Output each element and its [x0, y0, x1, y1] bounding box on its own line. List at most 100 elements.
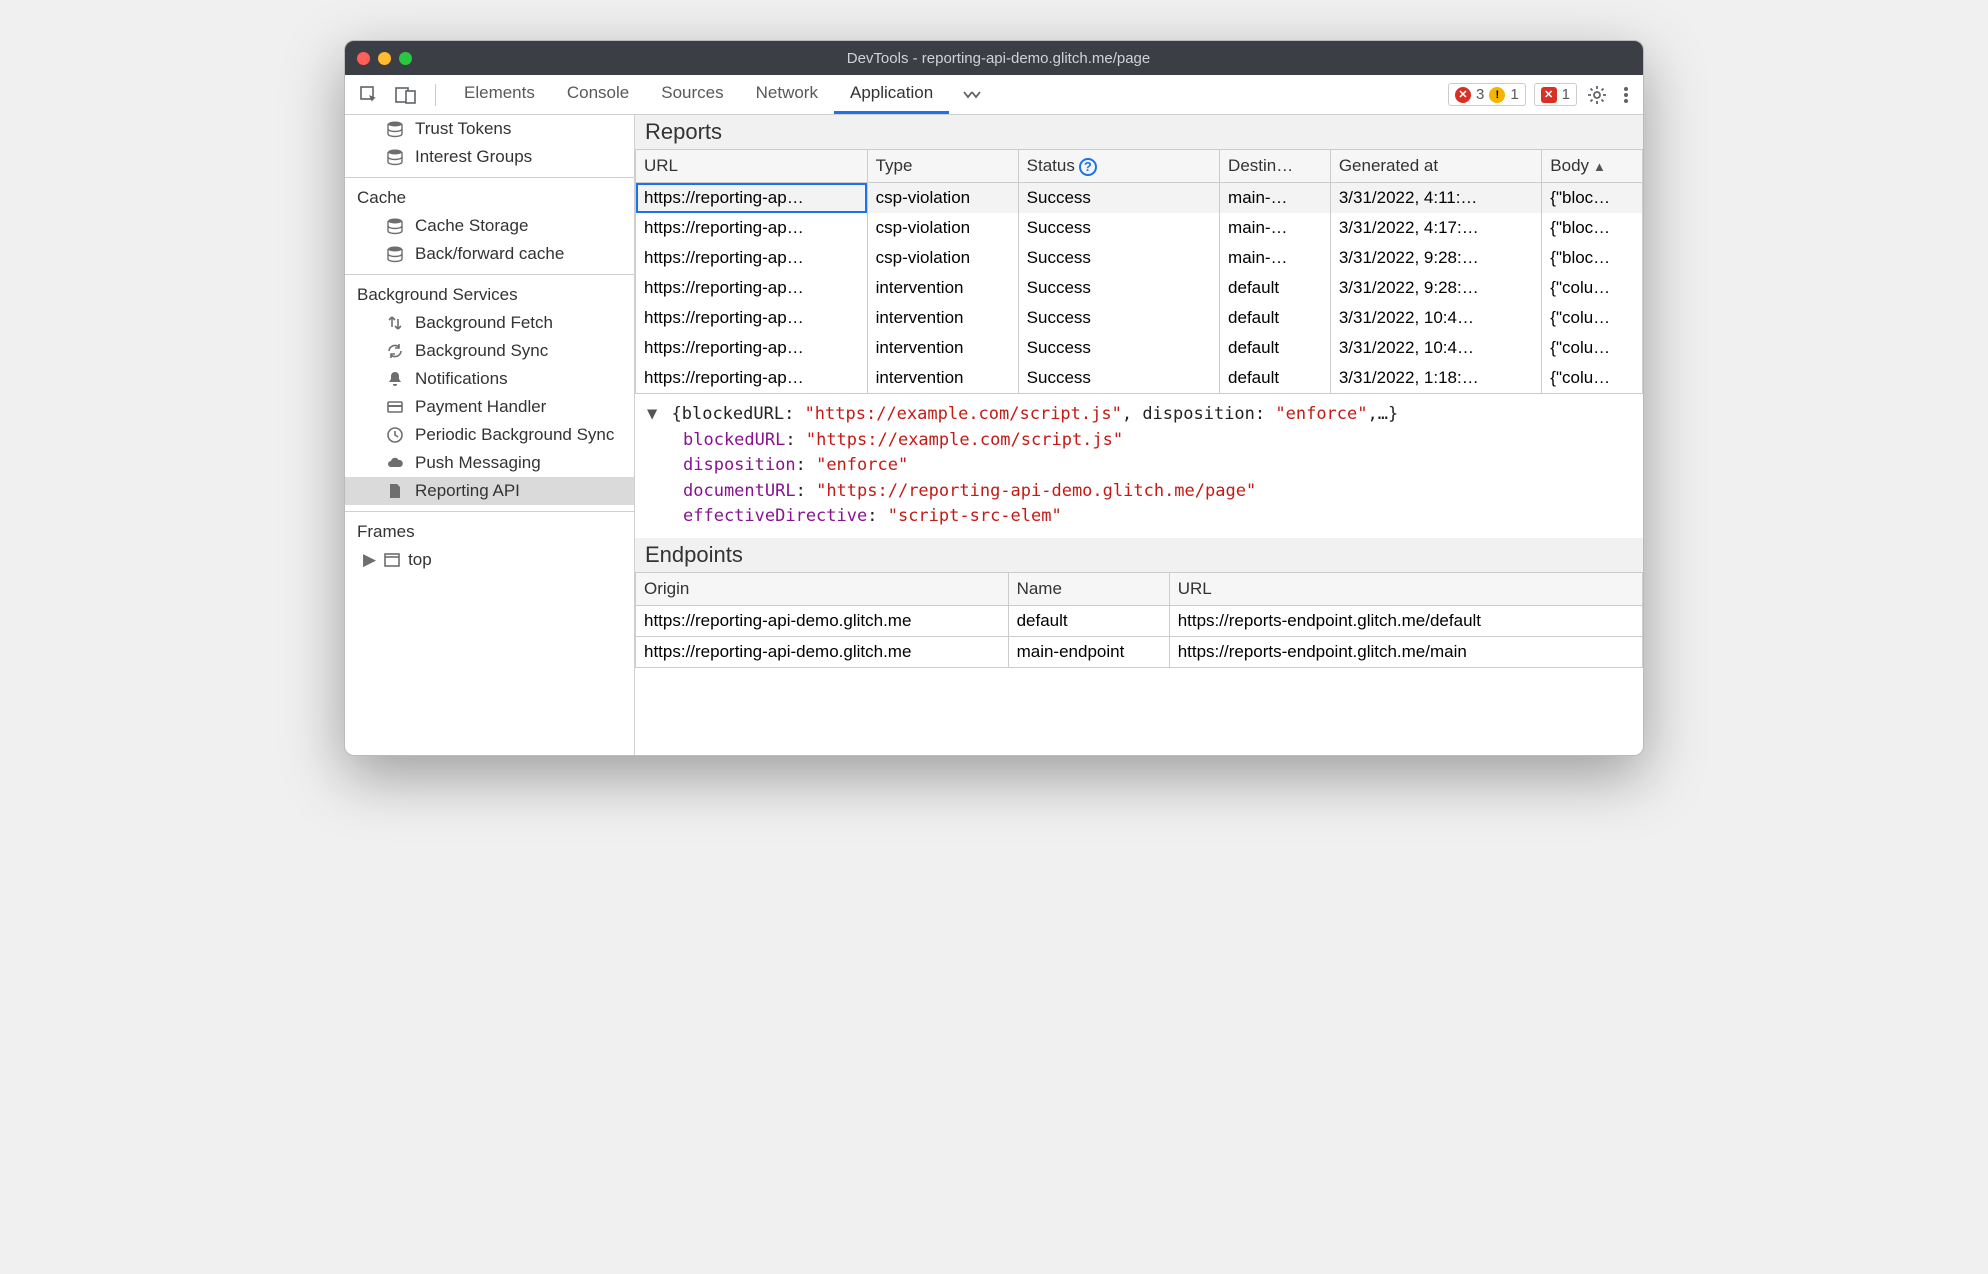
sidebar-item-label: Back/forward cache — [415, 244, 564, 264]
cell-origin: https://reporting-api-demo.glitch.me — [636, 605, 1009, 636]
more-options-icon[interactable] — [1617, 85, 1635, 105]
col-destination[interactable]: Destin… — [1220, 150, 1331, 183]
cell-url: https://reporting-ap… — [636, 303, 868, 333]
cell-gen: 3/31/2022, 4:11:… — [1330, 183, 1541, 214]
cell-type: csp-violation — [867, 243, 1018, 273]
cell-origin: https://reporting-api-demo.glitch.me — [636, 636, 1009, 667]
sidebar-item-bg-fetch[interactable]: Background Fetch — [345, 309, 634, 337]
table-row[interactable]: https://reporting-ap…interventionSuccess… — [636, 303, 1643, 333]
sidebar-heading-frames[interactable]: Frames — [345, 511, 634, 546]
sidebar-item-bf-cache[interactable]: Back/forward cache — [345, 240, 634, 268]
table-row[interactable]: https://reporting-api-demo.glitch.memain… — [636, 636, 1643, 667]
reports-heading: Reports — [635, 115, 1643, 150]
cell-status: Success — [1018, 213, 1219, 243]
cell-gen: 3/31/2022, 10:4… — [1330, 303, 1541, 333]
help-icon[interactable]: ? — [1079, 158, 1097, 176]
issue-count: 1 — [1562, 86, 1570, 103]
cell-url: https://reporting-ap… — [636, 243, 868, 273]
cell-gen: 3/31/2022, 9:28:… — [1330, 273, 1541, 303]
sidebar-item-bg-sync[interactable]: Background Sync — [345, 337, 634, 365]
sidebar-item-push-messaging[interactable]: Push Messaging — [345, 449, 634, 477]
sidebar-item-label: Reporting API — [415, 481, 520, 501]
transfer-icon — [385, 313, 405, 333]
devtools-toolbar: Elements Console Sources Network Applica… — [345, 75, 1643, 115]
cell-url: https://reporting-ap… — [636, 333, 868, 363]
col-generated[interactable]: Generated at — [1330, 150, 1541, 183]
bell-icon — [385, 369, 405, 389]
sidebar-frame-top[interactable]: ▶ top — [345, 546, 634, 574]
col-endpoint-url[interactable]: URL — [1169, 573, 1642, 606]
report-detail-json[interactable]: ▼ {blockedURL: "https://example.com/scri… — [635, 393, 1643, 538]
tab-network[interactable]: Network — [740, 75, 834, 114]
file-icon — [385, 481, 405, 501]
console-errors-badge[interactable]: ✕ 3 ! 1 — [1448, 83, 1526, 106]
table-row[interactable]: https://reporting-ap…csp-violationSucces… — [636, 243, 1643, 273]
cell-type: csp-violation — [867, 183, 1018, 214]
tab-elements[interactable]: Elements — [448, 75, 551, 114]
sidebar-item-label: Trust Tokens — [415, 119, 511, 139]
tab-sources[interactable]: Sources — [645, 75, 739, 114]
more-tabs-icon[interactable] — [953, 81, 991, 109]
cell-gen: 3/31/2022, 9:28:… — [1330, 243, 1541, 273]
reports-table: URL Type Status? Destin… Generated at Bo… — [635, 150, 1643, 393]
sidebar-item-payment-handler[interactable]: Payment Handler — [345, 393, 634, 421]
table-row[interactable]: https://reporting-ap…csp-violationSucces… — [636, 183, 1643, 214]
close-window-button[interactable] — [357, 52, 370, 65]
sidebar-item-trust-tokens[interactable]: Trust Tokens — [345, 115, 634, 143]
table-row[interactable]: https://reporting-ap…interventionSuccess… — [636, 273, 1643, 303]
col-type[interactable]: Type — [867, 150, 1018, 183]
table-row[interactable]: https://reporting-ap…csp-violationSucces… — [636, 213, 1643, 243]
minimize-window-button[interactable] — [378, 52, 391, 65]
cell-dest: default — [1220, 303, 1331, 333]
cell-type: intervention — [867, 333, 1018, 363]
sidebar-item-interest-groups[interactable]: Interest Groups — [345, 143, 634, 171]
settings-icon[interactable] — [1581, 85, 1613, 105]
tab-console[interactable]: Console — [551, 75, 645, 114]
sidebar-item-label: Background Fetch — [415, 313, 553, 333]
json-property: documentURL: "https://reporting-api-demo… — [647, 479, 1631, 505]
sidebar-item-label: Interest Groups — [415, 147, 532, 167]
frame-icon — [382, 550, 402, 570]
cell-body: {"colu… — [1542, 363, 1643, 393]
panel-body: Trust Tokens Interest Groups Cache Cache… — [345, 115, 1643, 755]
database-icon — [385, 216, 405, 236]
table-row[interactable]: https://reporting-ap…interventionSuccess… — [636, 363, 1643, 393]
cell-body: {"colu… — [1542, 273, 1643, 303]
warning-count: 1 — [1510, 86, 1518, 103]
sidebar-item-label: Payment Handler — [415, 397, 546, 417]
sidebar-item-label: Periodic Background Sync — [415, 425, 614, 445]
cell-type: csp-violation — [867, 213, 1018, 243]
database-icon — [385, 147, 405, 167]
table-row[interactable]: https://reporting-ap…interventionSuccess… — [636, 333, 1643, 363]
sidebar-item-notifications[interactable]: Notifications — [345, 365, 634, 393]
col-body[interactable]: Body▲ — [1542, 150, 1643, 183]
sync-icon — [385, 341, 405, 361]
error-count: 3 — [1476, 86, 1484, 103]
json-property: effectiveDirective: "script-src-elem" — [647, 504, 1631, 530]
col-status[interactable]: Status? — [1018, 150, 1219, 183]
frame-label: top — [408, 550, 432, 570]
main-content: Reports URL Type Status? Destin… Generat… — [635, 115, 1643, 755]
sidebar-heading-cache[interactable]: Cache — [345, 177, 634, 212]
table-row[interactable]: https://reporting-api-demo.glitch.medefa… — [636, 605, 1643, 636]
application-sidebar: Trust Tokens Interest Groups Cache Cache… — [345, 115, 635, 755]
cell-dest: default — [1220, 363, 1331, 393]
sidebar-heading-bg-services[interactable]: Background Services — [345, 274, 634, 309]
issues-badge[interactable]: ✕ 1 — [1534, 83, 1577, 106]
cell-dest: main-… — [1220, 243, 1331, 273]
tab-application[interactable]: Application — [834, 75, 949, 114]
window-controls — [357, 52, 412, 65]
cell-status: Success — [1018, 363, 1219, 393]
inspect-element-icon[interactable] — [353, 81, 385, 109]
sidebar-item-cache-storage[interactable]: Cache Storage — [345, 212, 634, 240]
sidebar-item-periodic-bg[interactable]: Periodic Background Sync — [345, 421, 634, 449]
disclosure-icon[interactable]: ▼ — [647, 404, 657, 424]
col-name[interactable]: Name — [1008, 573, 1169, 606]
col-origin[interactable]: Origin — [636, 573, 1009, 606]
col-url[interactable]: URL — [636, 150, 868, 183]
database-icon — [385, 119, 405, 139]
maximize-window-button[interactable] — [399, 52, 412, 65]
sidebar-item-reporting-api[interactable]: Reporting API — [345, 477, 634, 505]
device-toggle-icon[interactable] — [389, 81, 423, 109]
cell-name: main-endpoint — [1008, 636, 1169, 667]
